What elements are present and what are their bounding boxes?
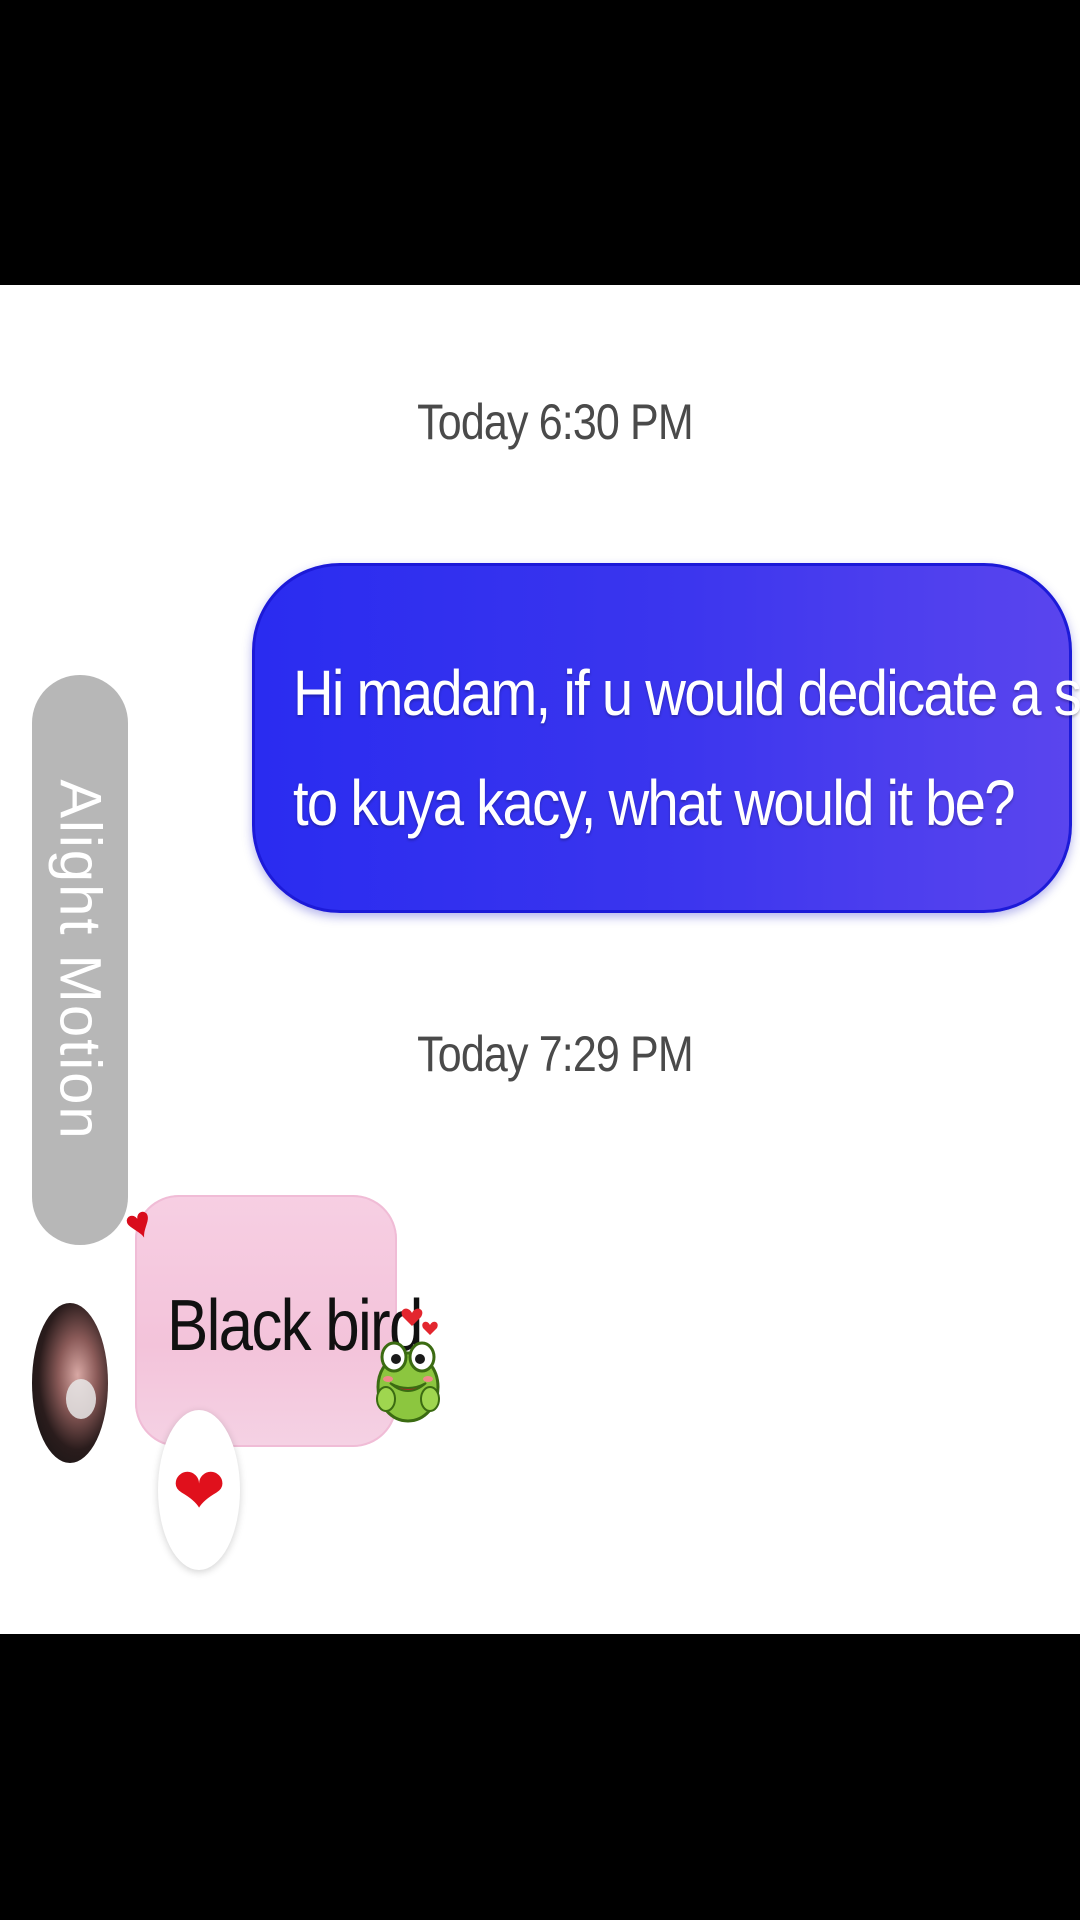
small-heart-icon — [401, 1308, 423, 1326]
received-message-bubble[interactable]: Black bird — [135, 1195, 423, 1447]
frog-sticker-icon — [376, 1308, 440, 1423]
letterbox-bottom — [0, 1634, 1080, 1920]
watermark-text: Alight Motion — [47, 779, 113, 1141]
timestamp: Today 7:29 PM — [417, 1026, 694, 1082]
letterbox-top — [0, 0, 1080, 285]
small-heart-icon — [422, 1321, 438, 1335]
avatar[interactable] — [32, 1303, 108, 1463]
video-frame: Today 6:30 PM Hi madam, if u would dedic… — [0, 0, 1080, 1920]
sent-message-line-1: Hi madam, if u would dedicate a song — [293, 657, 1080, 729]
chat-thread: Today 6:30 PM Hi madam, if u would dedic… — [0, 285, 1080, 1634]
heart-reaction-icon: ❤ — [172, 1455, 226, 1527]
timestamp: Today 6:30 PM — [417, 394, 694, 450]
heart-reaction-badge[interactable]: ❤ — [158, 1410, 240, 1570]
watermark-badge: Alight Motion — [32, 675, 128, 1245]
sent-message-bubble[interactable]: Hi madam, if u would dedicate a song to … — [252, 563, 1080, 913]
sent-message-line-2: to kuya kacy, what would it be? — [293, 767, 1016, 839]
